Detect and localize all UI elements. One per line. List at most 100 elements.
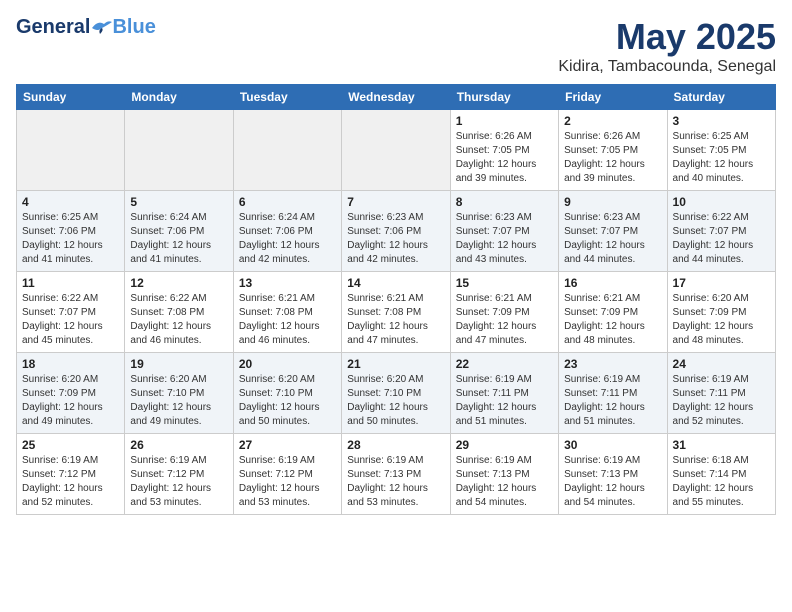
day-number: 21 xyxy=(347,357,444,371)
cell-info: Sunrise: 6:18 AM Sunset: 7:14 PM Dayligh… xyxy=(673,454,770,510)
logo-general: General xyxy=(16,16,90,39)
calendar-week-row: 25 Sunrise: 6:19 AM Sunset: 7:12 PM Dayli… xyxy=(17,434,776,515)
cell-info: Sunrise: 6:20 AM Sunset: 7:09 PM Dayligh… xyxy=(22,373,119,429)
cell-info: Sunrise: 6:23 AM Sunset: 7:06 PM Dayligh… xyxy=(347,211,444,267)
calendar-cell: 14Sunrise: 6:21 AM Sunset: 7:08 PM Dayli… xyxy=(342,272,450,353)
cell-info: Sunrise: 6:20 AM Sunset: 7:10 PM Dayligh… xyxy=(347,373,444,429)
calendar-cell: 5 Sunrise: 6:24 AM Sunset: 7:06 PM Daylig… xyxy=(125,191,233,272)
title-block: May 2025 Kidira, Tambacounda, Senegal xyxy=(558,16,776,76)
day-number: 3 xyxy=(673,114,770,128)
calendar-cell: 22Sunrise: 6:19 AM Sunset: 7:11 PM Dayli… xyxy=(450,353,558,434)
day-number: 31 xyxy=(673,438,770,452)
calendar-cell: 13Sunrise: 6:21 AM Sunset: 7:08 PM Dayli… xyxy=(233,272,341,353)
cell-info: Sunrise: 6:19 AM Sunset: 7:13 PM Dayligh… xyxy=(347,454,444,510)
calendar-cell: 7 Sunrise: 6:23 AM Sunset: 7:06 PM Daylig… xyxy=(342,191,450,272)
logo-blue: Blue xyxy=(112,16,155,39)
cell-info: Sunrise: 6:22 AM Sunset: 7:08 PM Dayligh… xyxy=(130,292,227,348)
cell-info: Sunrise: 6:21 AM Sunset: 7:09 PM Dayligh… xyxy=(564,292,661,348)
weekday-header: Friday xyxy=(559,85,667,110)
day-number: 25 xyxy=(22,438,119,452)
logo-bird-icon xyxy=(90,18,112,38)
calendar-week-row: 1 Sunrise: 6:26 AM Sunset: 7:05 PM Daylig… xyxy=(17,110,776,191)
day-number: 4 xyxy=(22,195,119,209)
day-number: 9 xyxy=(564,195,661,209)
calendar-cell: 30 Sunrise: 6:19 AM Sunset: 7:13 PM Dayli… xyxy=(559,434,667,515)
cell-info: Sunrise: 6:19 AM Sunset: 7:11 PM Dayligh… xyxy=(673,373,770,429)
calendar-header-row: SundayMondayTuesdayWednesdayThursdayFrid… xyxy=(17,85,776,110)
calendar-table: SundayMondayTuesdayWednesdayThursdayFrid… xyxy=(16,84,776,515)
calendar-cell xyxy=(125,110,233,191)
cell-info: Sunrise: 6:19 AM Sunset: 7:11 PM Dayligh… xyxy=(564,373,661,429)
calendar-cell: 27 Sunrise: 6:19 AM Sunset: 7:12 PM Dayli… xyxy=(233,434,341,515)
day-number: 27 xyxy=(239,438,336,452)
day-number: 14 xyxy=(347,276,444,290)
calendar-cell: 25 Sunrise: 6:19 AM Sunset: 7:12 PM Dayli… xyxy=(17,434,125,515)
calendar-cell: 17 Sunrise: 6:20 AM Sunset: 7:09 PM Dayli… xyxy=(667,272,775,353)
month-title: May 2025 xyxy=(558,16,776,58)
cell-info: Sunrise: 6:20 AM Sunset: 7:09 PM Dayligh… xyxy=(673,292,770,348)
cell-info: Sunrise: 6:23 AM Sunset: 7:07 PM Dayligh… xyxy=(564,211,661,267)
day-number: 12 xyxy=(130,276,227,290)
day-number: 19 xyxy=(130,357,227,371)
day-number: 8 xyxy=(456,195,553,209)
calendar-cell: 2Sunrise: 6:26 AM Sunset: 7:05 PM Daylig… xyxy=(559,110,667,191)
day-number: 29 xyxy=(456,438,553,452)
day-number: 22 xyxy=(456,357,553,371)
cell-info: Sunrise: 6:22 AM Sunset: 7:07 PM Dayligh… xyxy=(673,211,770,267)
calendar-cell xyxy=(342,110,450,191)
cell-info: Sunrise: 6:20 AM Sunset: 7:10 PM Dayligh… xyxy=(239,373,336,429)
weekday-header: Sunday xyxy=(17,85,125,110)
calendar-cell: 3 Sunrise: 6:25 AM Sunset: 7:05 PM Daylig… xyxy=(667,110,775,191)
day-number: 1 xyxy=(456,114,553,128)
calendar-cell: 26 Sunrise: 6:19 AM Sunset: 7:12 PM Dayli… xyxy=(125,434,233,515)
calendar-cell: 9 Sunrise: 6:23 AM Sunset: 7:07 PM Daylig… xyxy=(559,191,667,272)
weekday-header: Saturday xyxy=(667,85,775,110)
calendar-cell: 1 Sunrise: 6:26 AM Sunset: 7:05 PM Daylig… xyxy=(450,110,558,191)
calendar-cell: 6Sunrise: 6:24 AM Sunset: 7:06 PM Daylig… xyxy=(233,191,341,272)
calendar-cell xyxy=(17,110,125,191)
cell-info: Sunrise: 6:19 AM Sunset: 7:12 PM Dayligh… xyxy=(22,454,119,510)
calendar-cell: 8 Sunrise: 6:23 AM Sunset: 7:07 PM Daylig… xyxy=(450,191,558,272)
calendar-week-row: 11 Sunrise: 6:22 AM Sunset: 7:07 PM Dayli… xyxy=(17,272,776,353)
calendar-cell: 18 Sunrise: 6:20 AM Sunset: 7:09 PM Dayli… xyxy=(17,353,125,434)
day-number: 30 xyxy=(564,438,661,452)
weekday-header: Tuesday xyxy=(233,85,341,110)
cell-info: Sunrise: 6:24 AM Sunset: 7:06 PM Dayligh… xyxy=(130,211,227,267)
cell-info: Sunrise: 6:25 AM Sunset: 7:05 PM Dayligh… xyxy=(673,130,770,186)
cell-info: Sunrise: 6:20 AM Sunset: 7:10 PM Dayligh… xyxy=(130,373,227,429)
cell-info: Sunrise: 6:21 AM Sunset: 7:09 PM Dayligh… xyxy=(456,292,553,348)
cell-info: Sunrise: 6:19 AM Sunset: 7:13 PM Dayligh… xyxy=(456,454,553,510)
calendar-cell: 19 Sunrise: 6:20 AM Sunset: 7:10 PM Dayli… xyxy=(125,353,233,434)
day-number: 7 xyxy=(347,195,444,209)
calendar-cell: 11 Sunrise: 6:22 AM Sunset: 7:07 PM Dayli… xyxy=(17,272,125,353)
cell-info: Sunrise: 6:19 AM Sunset: 7:12 PM Dayligh… xyxy=(130,454,227,510)
day-number: 10 xyxy=(673,195,770,209)
calendar-cell: 23Sunrise: 6:19 AM Sunset: 7:11 PM Dayli… xyxy=(559,353,667,434)
calendar-cell: 10 Sunrise: 6:22 AM Sunset: 7:07 PM Dayli… xyxy=(667,191,775,272)
calendar-cell: 12 Sunrise: 6:22 AM Sunset: 7:08 PM Dayli… xyxy=(125,272,233,353)
cell-info: Sunrise: 6:25 AM Sunset: 7:06 PM Dayligh… xyxy=(22,211,119,267)
calendar-cell: 20Sunrise: 6:20 AM Sunset: 7:10 PM Dayli… xyxy=(233,353,341,434)
cell-info: Sunrise: 6:24 AM Sunset: 7:06 PM Dayligh… xyxy=(239,211,336,267)
cell-info: Sunrise: 6:19 AM Sunset: 7:13 PM Dayligh… xyxy=(564,454,661,510)
cell-info: Sunrise: 6:23 AM Sunset: 7:07 PM Dayligh… xyxy=(456,211,553,267)
logo: General Blue xyxy=(16,16,156,39)
day-number: 5 xyxy=(130,195,227,209)
cell-info: Sunrise: 6:21 AM Sunset: 7:08 PM Dayligh… xyxy=(239,292,336,348)
weekday-header: Thursday xyxy=(450,85,558,110)
day-number: 28 xyxy=(347,438,444,452)
cell-info: Sunrise: 6:22 AM Sunset: 7:07 PM Dayligh… xyxy=(22,292,119,348)
calendar-cell: 31 Sunrise: 6:18 AM Sunset: 7:14 PM Dayli… xyxy=(667,434,775,515)
day-number: 18 xyxy=(22,357,119,371)
calendar-cell: 29 Sunrise: 6:19 AM Sunset: 7:13 PM Dayli… xyxy=(450,434,558,515)
weekday-header: Wednesday xyxy=(342,85,450,110)
location: Kidira, Tambacounda, Senegal xyxy=(558,58,776,76)
day-number: 11 xyxy=(22,276,119,290)
calendar-cell: 15 Sunrise: 6:21 AM Sunset: 7:09 PM Dayli… xyxy=(450,272,558,353)
day-number: 15 xyxy=(456,276,553,290)
cell-info: Sunrise: 6:19 AM Sunset: 7:12 PM Dayligh… xyxy=(239,454,336,510)
cell-info: Sunrise: 6:26 AM Sunset: 7:05 PM Dayligh… xyxy=(456,130,553,186)
page-header: General Blue May 2025 Kidira, Tambacound… xyxy=(16,16,776,76)
day-number: 17 xyxy=(673,276,770,290)
day-number: 26 xyxy=(130,438,227,452)
